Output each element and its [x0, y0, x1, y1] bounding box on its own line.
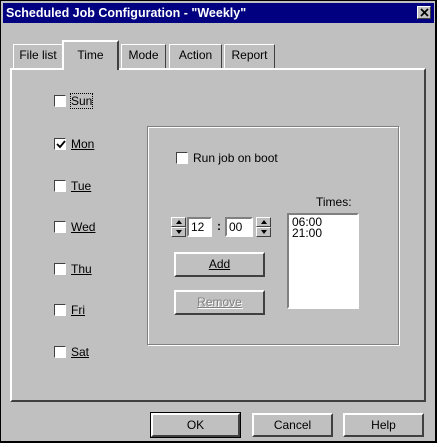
times-listbox[interactable]: 06:00 21:00 [287, 213, 359, 309]
tab-mode[interactable]: Mode [121, 44, 166, 68]
minute-input[interactable]: 00 [225, 217, 253, 237]
checkbox-wed-label: Wed [71, 220, 96, 234]
run-on-boot-label: Run job on boot [193, 151, 278, 165]
hour-up-button[interactable] [171, 217, 186, 227]
hour-input[interactable]: 12 [187, 217, 212, 237]
minute-up-button[interactable] [256, 217, 271, 227]
tab-time[interactable]: Time [62, 40, 119, 70]
checkbox-fri-label: Fri [71, 303, 85, 317]
remove-button[interactable]: Remove [174, 290, 265, 315]
close-button[interactable] [417, 6, 431, 19]
window-title: Scheduled Job Configuration - "Weekly" [6, 6, 247, 20]
help-button[interactable]: Help [343, 413, 424, 437]
arrow-up-icon [261, 220, 267, 224]
hour-spinner[interactable] [171, 217, 186, 237]
minute-down-button[interactable] [256, 227, 271, 237]
checkbox-thu-label: Thu [71, 262, 92, 276]
checkbox-sun-label: Sun [69, 93, 94, 109]
title-bar[interactable]: Scheduled Job Configuration - "Weekly" [3, 3, 434, 23]
tab-file-list[interactable]: File list [13, 44, 63, 68]
time-separator: : [217, 219, 221, 233]
arrow-down-icon [176, 230, 182, 234]
minute-spinner[interactable] [256, 217, 271, 237]
list-item[interactable]: 21:00 [292, 227, 357, 239]
close-icon [420, 8, 429, 17]
cancel-button[interactable]: Cancel [252, 413, 333, 437]
ok-button[interactable]: OK [151, 413, 240, 437]
checkbox-mon-label: Mon [71, 137, 95, 151]
hour-down-button[interactable] [171, 227, 186, 237]
add-button[interactable]: Add [174, 252, 265, 277]
tab-action[interactable]: Action [169, 44, 222, 68]
checkbox-sat-label: Sat [71, 345, 90, 359]
arrow-up-icon [176, 220, 182, 224]
checkbox-tue-label: Tue [71, 179, 92, 193]
arrow-down-icon [261, 230, 267, 234]
times-label: Times: [316, 195, 352, 209]
tab-report[interactable]: Report [224, 44, 275, 68]
check-icon [56, 140, 66, 149]
